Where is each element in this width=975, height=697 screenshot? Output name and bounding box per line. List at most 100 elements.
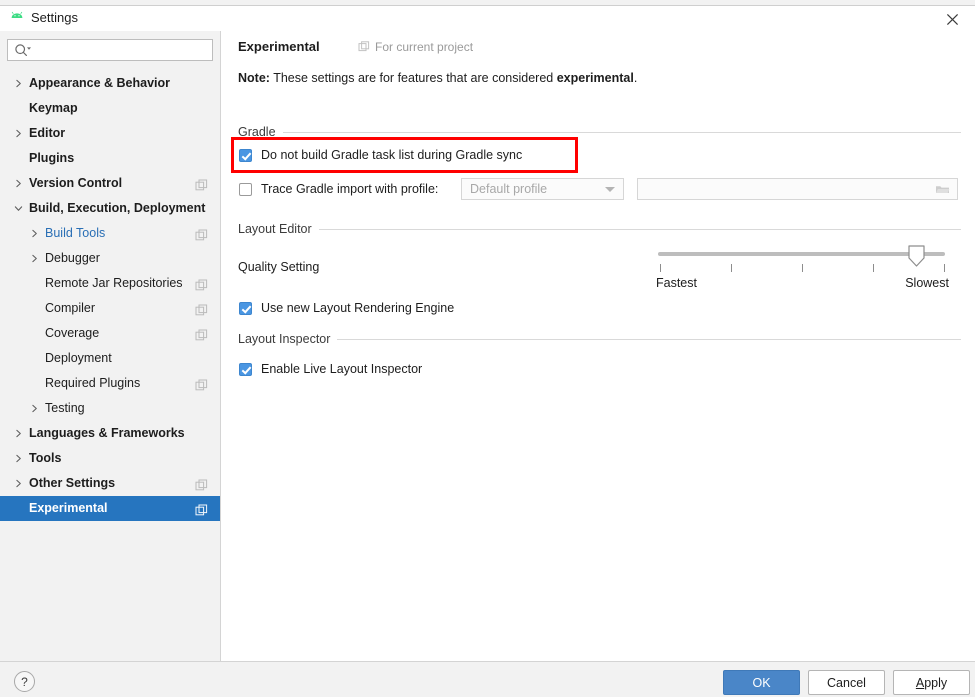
slider-track[interactable]: [658, 252, 945, 256]
slider-tick: [944, 264, 945, 272]
settings-content-panel: Experimental For current project Note: T…: [222, 31, 975, 661]
apply-label-rest: pply: [924, 675, 948, 690]
slider-thumb[interactable]: [908, 245, 925, 267]
sidebar-item-version-control[interactable]: Version Control: [0, 171, 220, 196]
apply-mnemonic: A: [915, 675, 925, 690]
section-divider: [337, 338, 961, 340]
sidebar-item-label: Appearance & Behavior: [29, 76, 171, 90]
sidebar-item-experimental[interactable]: Experimental: [0, 496, 220, 521]
search-icon: [14, 43, 32, 57]
sidebar-item-label: Languages & Frameworks: [29, 426, 185, 440]
sidebar-item-plugins[interactable]: Plugins: [0, 146, 220, 171]
sidebar-item-label: Experimental: [29, 501, 108, 515]
quality-setting-slider[interactable]: Fastest Slowest: [656, 245, 949, 298]
chevron-right-icon[interactable]: [11, 121, 25, 146]
experimental-note: Note: These settings are for features th…: [238, 71, 959, 85]
chevron-right-icon[interactable]: [11, 171, 25, 196]
sidebar-item-other-settings[interactable]: Other Settings: [0, 471, 220, 496]
sidebar-item-build-tools[interactable]: Build Tools: [0, 221, 220, 246]
slider-tick: [873, 264, 874, 272]
section-layout-inspector: Layout Inspector: [238, 331, 961, 347]
sidebar-item-label: Tools: [29, 451, 62, 465]
checkbox-box[interactable]: [239, 301, 252, 315]
scope-badge-label: For current project: [375, 40, 474, 54]
sidebar-item-deployment[interactable]: Deployment: [0, 346, 220, 371]
checkbox-box[interactable]: [239, 148, 252, 162]
section-divider: [318, 228, 961, 230]
chevron-right-icon[interactable]: [27, 221, 41, 246]
sidebar-item-tools[interactable]: Tools: [0, 446, 220, 471]
sidebar-item-label: Editor: [29, 126, 66, 140]
project-scope-icon: [195, 276, 208, 291]
chevron-right-icon[interactable]: [11, 446, 25, 471]
chevron-right-icon[interactable]: [27, 396, 41, 421]
sidebar-item-compiler[interactable]: Compiler: [0, 296, 220, 321]
section-layout-editor-title: Layout Editor: [238, 222, 312, 236]
project-scope-icon: [195, 226, 208, 241]
sidebar-item-remote-jar-repositories[interactable]: Remote Jar Repositories: [0, 271, 220, 296]
project-scope-icon: [195, 176, 208, 191]
sidebar-item-keymap[interactable]: Keymap: [0, 96, 220, 121]
sidebar-item-label: Plugins: [29, 151, 75, 165]
sidebar-item-build-execution-deployment[interactable]: Build, Execution, Deployment: [0, 196, 220, 221]
note-prefix: Note:: [238, 71, 270, 85]
project-scope-icon: [195, 476, 208, 491]
project-scope-icon: [195, 326, 208, 341]
checkbox-box[interactable]: [239, 182, 252, 196]
chevron-right-icon[interactable]: [27, 246, 41, 271]
sidebar-item-label: Compiler: [45, 301, 96, 315]
dialog-titlebar: Settings: [0, 6, 975, 31]
folder-icon[interactable]: [935, 182, 950, 196]
search-box[interactable]: [7, 39, 213, 62]
settings-sidebar: Appearance & Behavior Keymap Editor Plugins…: [0, 31, 221, 661]
project-scope-icon: [195, 501, 208, 516]
close-icon[interactable]: [939, 9, 965, 29]
chevron-right-icon[interactable]: [11, 471, 25, 496]
dialog-footer: ? OK Cancel Apply: [0, 661, 975, 697]
search-input[interactable]: [34, 40, 209, 62]
project-scope-icon: [358, 41, 370, 53]
sidebar-item-appearance-behavior[interactable]: Appearance & Behavior: [0, 71, 220, 96]
sidebar-item-languages-frameworks[interactable]: Languages & Frameworks: [0, 421, 220, 446]
trace-gradle-import-checkbox[interactable]: Trace Gradle import with profile:: [239, 182, 438, 196]
page-title: Experimental: [238, 39, 320, 54]
checkbox-label: Use new Layout Rendering Engine: [261, 301, 455, 315]
apply-button[interactable]: Apply: [893, 670, 970, 695]
project-scope-icon: [195, 301, 208, 316]
sidebar-item-label: Other Settings: [29, 476, 116, 490]
sidebar-item-label: Version Control: [29, 176, 123, 190]
note-body: These settings are for features that are…: [269, 71, 557, 85]
sidebar-item-debugger[interactable]: Debugger: [0, 246, 220, 271]
checkbox-label: Enable Live Layout Inspector: [261, 362, 423, 376]
cancel-button[interactable]: Cancel: [808, 670, 885, 695]
profile-select[interactable]: Default profile: [461, 178, 624, 200]
profile-path-field[interactable]: [637, 178, 958, 200]
chevron-right-icon[interactable]: [11, 421, 25, 446]
checkbox-label: Do not build Gradle task list during Gra…: [261, 148, 523, 162]
quality-setting-label: Quality Setting: [238, 260, 320, 274]
sidebar-item-label: Keymap: [29, 101, 78, 115]
chevron-right-icon[interactable]: [11, 71, 25, 96]
sidebar-item-required-plugins[interactable]: Required Plugins: [0, 371, 220, 396]
slider-min-label: Fastest: [656, 276, 697, 290]
settings-dialog: Settings Appearance & Behavior Keymap Edit…: [0, 0, 975, 697]
sidebar-item-editor[interactable]: Editor: [0, 121, 220, 146]
use-new-layout-rendering-engine-checkbox[interactable]: Use new Layout Rendering Engine: [239, 301, 454, 315]
chevron-down-icon[interactable]: [11, 196, 25, 221]
sidebar-item-testing[interactable]: Testing: [0, 396, 220, 421]
slider-tick: [731, 264, 732, 272]
do-not-build-gradle-task-list-checkbox[interactable]: Do not build Gradle task list during Gra…: [239, 148, 522, 162]
sidebar-item-coverage[interactable]: Coverage: [0, 321, 220, 346]
android-robot-icon: [9, 11, 25, 25]
profile-select-value: Default profile: [470, 182, 548, 196]
help-button[interactable]: ?: [14, 671, 35, 692]
enable-live-layout-inspector-checkbox[interactable]: Enable Live Layout Inspector: [239, 362, 422, 376]
sidebar-item-label: Build Tools: [45, 226, 106, 240]
scope-badge: For current project: [358, 40, 473, 54]
ok-button[interactable]: OK: [723, 670, 800, 695]
section-layout-editor: Layout Editor: [238, 221, 961, 237]
sidebar-item-label: Build, Execution, Deployment: [29, 201, 206, 215]
sidebar-item-label: Deployment: [45, 351, 112, 365]
section-divider: [282, 131, 961, 133]
checkbox-box[interactable]: [239, 362, 252, 376]
